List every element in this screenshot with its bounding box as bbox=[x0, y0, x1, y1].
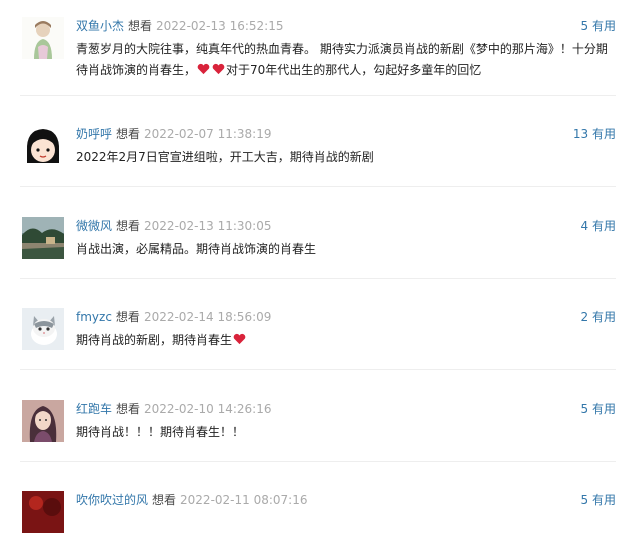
status-label: 想看 bbox=[116, 402, 141, 416]
useful-votes: 13 有用 bbox=[573, 125, 616, 143]
status-label: 想看 bbox=[152, 493, 177, 507]
status-label: 想看 bbox=[128, 19, 153, 33]
divider bbox=[20, 369, 616, 370]
comment-text-part: 对于70年代出生的那代人，勾起好多童年的回忆 bbox=[226, 63, 482, 77]
useful-button[interactable]: 有用 bbox=[592, 219, 616, 233]
username-link[interactable]: 吹你吹过的风 bbox=[76, 493, 148, 507]
username-link[interactable]: 微微风 bbox=[76, 219, 112, 233]
vote-count: 5 bbox=[580, 402, 589, 416]
comment-text-part: 期待肖战的新剧，期待肖春生 bbox=[76, 333, 233, 347]
username-link[interactable]: 红跑车 bbox=[76, 402, 112, 416]
comment-text: 期待肖战的新剧，期待肖春生 bbox=[76, 330, 608, 351]
avatar-cat-icon bbox=[22, 308, 64, 350]
useful-votes: 4 有用 bbox=[581, 217, 616, 235]
useful-votes: 5 有用 bbox=[581, 17, 616, 35]
useful-votes: 5 有用 bbox=[581, 491, 616, 509]
timestamp: 2022-02-13 11:30:05 bbox=[144, 219, 272, 233]
useful-button[interactable]: 有用 bbox=[592, 402, 616, 416]
comment-text: 青葱岁月的大院往事，纯真年代的热血青春。 期待实力派演员肖战的新剧《梦中的那片海… bbox=[76, 39, 608, 81]
timestamp: 2022-02-11 08:07:16 bbox=[180, 493, 308, 507]
heart-icon bbox=[212, 63, 225, 75]
comment-meta: 奶呼呼 想看 2022-02-07 11:38:19 bbox=[76, 125, 271, 143]
divider bbox=[20, 186, 616, 187]
avatar[interactable] bbox=[22, 125, 64, 167]
avatar-watercolor-girl-icon bbox=[22, 17, 64, 59]
useful-button[interactable]: 有用 bbox=[592, 310, 616, 324]
timestamp: 2022-02-13 16:52:15 bbox=[156, 19, 284, 33]
vote-count: 5 bbox=[580, 493, 589, 507]
comment-meta: fmyzc 想看 2022-02-14 18:56:09 bbox=[76, 308, 271, 326]
vote-count: 5 bbox=[580, 19, 589, 33]
avatar-landscape-icon bbox=[22, 217, 64, 259]
vote-count: 4 bbox=[580, 219, 589, 233]
avatar[interactable] bbox=[22, 217, 64, 259]
divider bbox=[20, 278, 616, 279]
comment-text: 期待肖战！！！期待肖春生！！ bbox=[76, 425, 245, 439]
vote-count: 2 bbox=[580, 310, 589, 324]
avatar[interactable] bbox=[22, 308, 64, 350]
comment-meta: 双鱼小杰 想看 2022-02-13 16:52:15 bbox=[76, 17, 283, 35]
comment-meta: 吹你吹过的风 想看 2022-02-11 08:07:16 bbox=[76, 491, 307, 509]
comment-meta: 红跑车 想看 2022-02-10 14:26:16 bbox=[76, 400, 271, 418]
avatar-illustrated-woman-icon bbox=[22, 400, 64, 442]
avatar[interactable] bbox=[22, 491, 64, 533]
useful-button[interactable]: 有用 bbox=[592, 493, 616, 507]
useful-button[interactable]: 有用 bbox=[592, 127, 616, 141]
username-link[interactable]: fmyzc bbox=[76, 310, 112, 324]
comment-text: 肖战出演，必属精品。期待肖战饰演的肖春生 bbox=[76, 242, 317, 256]
useful-votes: 5 有用 bbox=[581, 400, 616, 418]
timestamp: 2022-02-10 14:26:16 bbox=[144, 402, 272, 416]
heart-icon bbox=[233, 333, 246, 345]
divider bbox=[20, 461, 616, 462]
useful-button[interactable]: 有用 bbox=[592, 19, 616, 33]
username-link[interactable]: 奶呼呼 bbox=[76, 127, 112, 141]
comment-meta: 微微风 想看 2022-02-13 11:30:05 bbox=[76, 217, 271, 235]
status-label: 想看 bbox=[115, 310, 140, 324]
timestamp: 2022-02-14 18:56:09 bbox=[143, 310, 272, 324]
avatar-red-photo-icon bbox=[22, 491, 64, 533]
comment-text: 2022年2月7日官宣进组啦，开工大吉，期待肖战的新剧 bbox=[76, 150, 374, 164]
status-label: 想看 bbox=[116, 219, 141, 233]
divider bbox=[20, 95, 616, 96]
username-link[interactable]: 双鱼小杰 bbox=[76, 19, 124, 33]
status-label: 想看 bbox=[116, 127, 141, 141]
avatar[interactable] bbox=[22, 400, 64, 442]
timestamp: 2022-02-07 11:38:19 bbox=[144, 127, 272, 141]
heart-icon bbox=[197, 63, 210, 75]
useful-votes: 2 有用 bbox=[581, 308, 616, 326]
avatar[interactable] bbox=[22, 17, 64, 59]
vote-count: 13 bbox=[572, 127, 589, 141]
avatar-cartoon-girl-icon bbox=[22, 125, 64, 167]
